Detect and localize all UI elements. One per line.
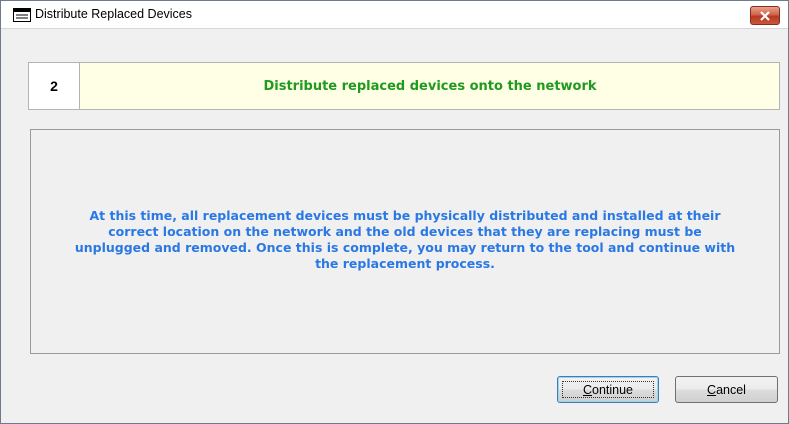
step-number: 2 <box>29 63 80 109</box>
focus-ring <box>562 381 654 398</box>
cancel-button-label: Cancel <box>707 383 746 397</box>
step-title: Distribute replaced devices onto the net… <box>263 78 597 94</box>
instruction-message: At this time, all replacement devices mu… <box>74 208 736 271</box>
continue-button[interactable]: Continue <box>557 376 659 403</box>
window-form-icon <box>13 8 31 22</box>
close-button[interactable] <box>750 6 780 25</box>
close-icon <box>760 10 770 21</box>
dialog-window: Distribute Replaced Devices 2 Distribute… <box>0 0 789 424</box>
cancel-accelerator: C <box>707 382 717 397</box>
window-title: Distribute Replaced Devices <box>35 7 193 21</box>
title-bar[interactable]: Distribute Replaced Devices <box>1 1 788 29</box>
cancel-button[interactable]: Cancel <box>675 376 778 403</box>
cancel-label-rest: ancel <box>716 382 746 397</box>
message-panel: At this time, all replacement devices mu… <box>30 129 780 354</box>
step-header: 2 Distribute replaced devices onto the n… <box>28 62 780 110</box>
